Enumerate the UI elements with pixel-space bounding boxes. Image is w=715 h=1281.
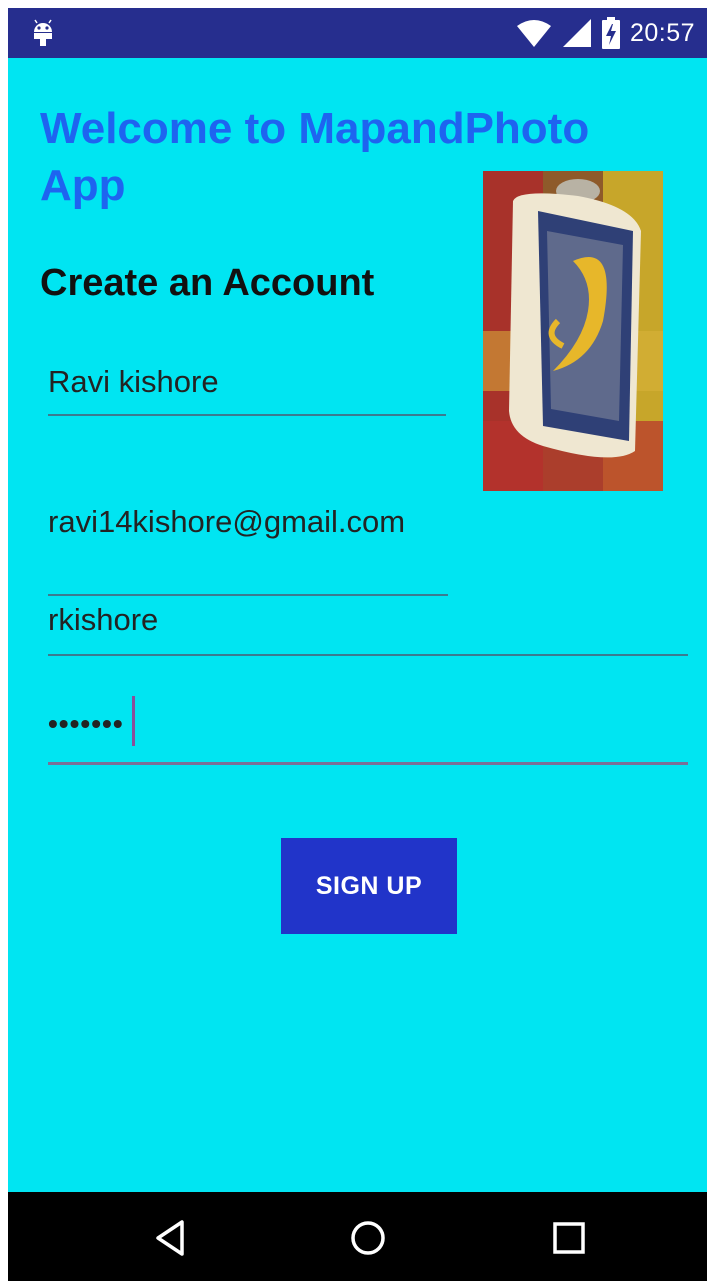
- username-field-value: rkishore: [48, 602, 159, 637]
- app-screen: 20:57 Welcome to MapandPhoto App Create …: [8, 8, 707, 1281]
- cell-signal-icon: [562, 19, 591, 47]
- create-account-heading: Create an Account: [40, 262, 375, 304]
- back-icon[interactable]: [148, 1214, 196, 1262]
- name-field-value: Ravi kishore: [48, 364, 219, 399]
- navigation-bar: [8, 1192, 707, 1281]
- recents-icon[interactable]: [545, 1214, 593, 1262]
- battery-charging-icon: [601, 17, 620, 49]
- android-debug-icon: [34, 19, 52, 46]
- status-bar: 20:57: [8, 8, 707, 58]
- status-icons: 20:57: [516, 8, 695, 58]
- profile-photo[interactable]: [483, 171, 663, 491]
- sign-up-button[interactable]: SIGN UP: [281, 838, 457, 934]
- password-field-value: •••••••: [48, 708, 124, 739]
- umkc-roos-photo-icon: [483, 171, 663, 491]
- name-field[interactable]: Ravi kishore: [48, 356, 446, 416]
- username-field[interactable]: rkishore: [48, 598, 688, 656]
- email-field-value: ravi14kishore@gmail.com: [48, 504, 406, 539]
- home-icon[interactable]: [344, 1214, 392, 1262]
- text-cursor: [132, 696, 135, 746]
- status-time: 20:57: [629, 18, 695, 47]
- password-field[interactable]: •••••••: [48, 694, 688, 765]
- content-area: Welcome to MapandPhoto App Create an Acc…: [8, 58, 707, 1192]
- email-field[interactable]: ravi14kishore@gmail.com: [48, 498, 448, 596]
- wifi-icon: [516, 20, 551, 47]
